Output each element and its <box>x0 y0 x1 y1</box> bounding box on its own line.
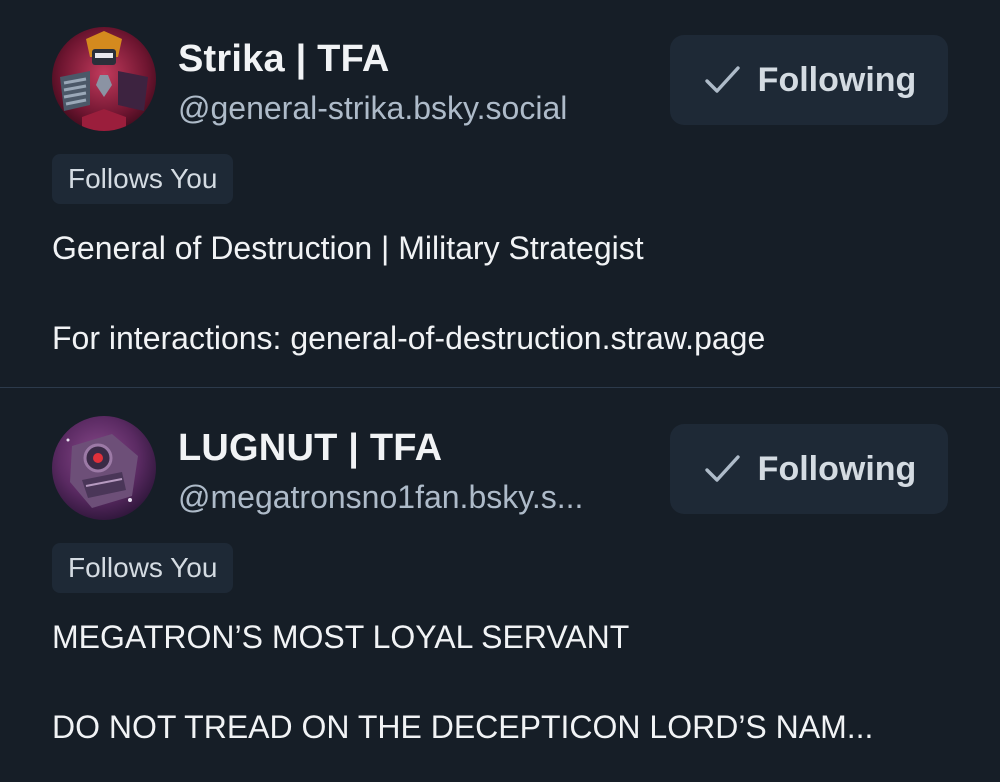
decepticon-portrait-icon <box>52 27 156 131</box>
handle[interactable]: @general-strika.bsky.social <box>178 86 618 130</box>
follow-list: Strika | TFA @general-strika.bsky.social… <box>0 0 1000 782</box>
decepticon-portrait-icon <box>52 416 156 520</box>
profile-header: Strika | TFA @general-strika.bsky.social… <box>52 0 948 152</box>
profile-card[interactable]: LUGNUT | TFA @megatronsno1fan.bsky.s... … <box>0 389 1000 782</box>
bio-line: MEGATRON’S MOST LOYAL SERVANT <box>52 619 630 655</box>
profile-header: LUGNUT | TFA @megatronsno1fan.bsky.s... … <box>52 389 948 541</box>
following-button-label: Following <box>757 449 917 488</box>
display-name[interactable]: Strika | TFA <box>178 36 618 82</box>
avatar[interactable] <box>52 27 156 131</box>
bio-line: General of Destruction | Military Strate… <box>52 230 644 266</box>
display-name[interactable]: LUGNUT | TFA <box>178 425 618 471</box>
profile-names: Strika | TFA @general-strika.bsky.social <box>178 36 618 130</box>
follows-you-badge: Follows You <box>52 154 234 204</box>
checkmark-icon <box>704 66 740 93</box>
profile-bio: General of Destruction | Military Strate… <box>52 226 948 361</box>
profile-names: LUGNUT | TFA @megatronsno1fan.bsky.s... <box>178 425 618 519</box>
bio-line: DO NOT TREAD ON THE DECEPTICON LORD’S NA… <box>52 709 874 745</box>
handle[interactable]: @megatronsno1fan.bsky.s... <box>178 475 618 519</box>
following-button[interactable]: Following <box>670 35 948 125</box>
following-button-label: Following <box>757 60 917 99</box>
profile-card[interactable]: Strika | TFA @general-strika.bsky.social… <box>0 0 1000 388</box>
follows-you-badge: Follows You <box>52 543 234 593</box>
checkmark-icon <box>704 455 740 482</box>
bio-line: For interactions: general-of-destruction… <box>52 320 766 356</box>
avatar[interactable] <box>52 416 156 520</box>
profile-bio: MEGATRON’S MOST LOYAL SERVANT DO NOT TRE… <box>52 615 948 750</box>
following-button[interactable]: Following <box>670 424 948 514</box>
